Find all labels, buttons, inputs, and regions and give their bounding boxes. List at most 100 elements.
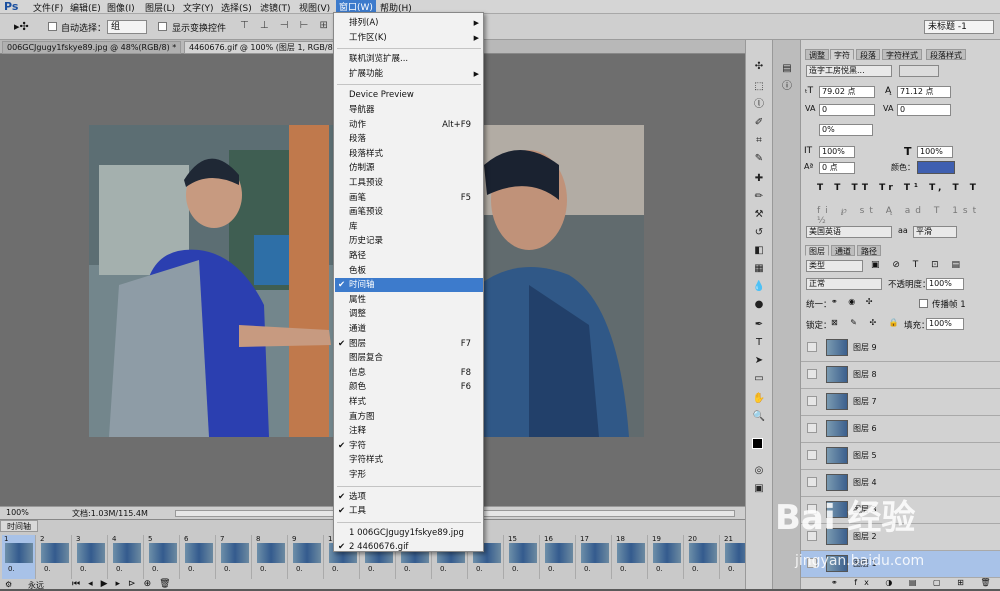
visibility-toggle-icon[interactable] — [807, 396, 817, 406]
tab-adjustments[interactable]: 调整 — [805, 49, 829, 60]
window-menu-item[interactable]: ✔ 字符 — [335, 439, 483, 453]
doc-tab-1[interactable]: 006GCJgugy1fskye89.jpg @ 48%(RGB/8) * — [2, 41, 182, 54]
layer-row[interactable]: 图层 6 — [801, 416, 1000, 443]
window-menu-item[interactable]: 联机浏览扩展... — [335, 52, 483, 66]
kerning-field[interactable]: 0 — [819, 104, 875, 116]
frame-duration[interactable]: 0. — [656, 565, 663, 573]
window-menu-item[interactable]: 字形 — [335, 468, 483, 482]
menu-layer[interactable]: 图层(L) — [145, 1, 175, 14]
marquee-tool-icon[interactable]: ⬚ — [751, 80, 767, 94]
visibility-toggle-icon[interactable] — [807, 477, 817, 487]
window-menu-item[interactable]: 属性 — [335, 293, 483, 307]
frame-duration[interactable]: 0. — [728, 565, 735, 573]
layer-row[interactable]: 图层 9 — [801, 335, 1000, 362]
layer-row[interactable]: 图层 5 — [801, 443, 1000, 470]
window-menu-item[interactable]: 排列(A) ▶ — [335, 16, 483, 30]
timeline-frame[interactable]: 7 0. — [218, 535, 252, 579]
pen-tool-icon[interactable]: ✒ — [751, 318, 767, 332]
scale-field[interactable]: 0% — [819, 124, 873, 136]
lasso-tool-icon[interactable]: ⓛ — [751, 98, 767, 112]
frame-duration[interactable]: 0. — [692, 565, 699, 573]
dodge-tool-icon[interactable]: ● — [751, 298, 767, 312]
foreground-color-swatch[interactable] — [752, 438, 763, 449]
window-menu-item[interactable]: 调整 — [335, 307, 483, 321]
font-size-field[interactable]: 79.02 点 — [819, 86, 875, 98]
window-menu-item[interactable]: 颜色 F6 — [335, 380, 483, 394]
window-menu-item[interactable]: 信息 F8 — [335, 366, 483, 380]
frame-duration[interactable]: 0. — [440, 565, 447, 573]
horizontal-scale-field[interactable]: 100% — [917, 146, 953, 158]
playback-controls[interactable]: ⏮◂▶▸⊳⊕🗑 — [72, 579, 179, 589]
frame-duration[interactable]: 0. — [404, 565, 411, 573]
move-tool-icon[interactable]: ▸✣ — [14, 20, 29, 33]
quick-mask-icon[interactable]: ◎ — [751, 464, 767, 478]
window-menu-item[interactable]: 工具预设 — [335, 176, 483, 190]
window-menu-item[interactable]: 图层复合 — [335, 351, 483, 365]
baseline-field[interactable]: 0 点 — [819, 162, 855, 174]
frame-duration[interactable]: 0. — [584, 565, 591, 573]
tab-paths[interactable]: 路径 — [857, 245, 881, 256]
text-style-buttons[interactable]: T T TT Tr T¹ T, T T — [817, 183, 980, 193]
tab-paragraph-styles[interactable]: 段落样式 — [926, 49, 966, 60]
loop-dropdown[interactable]: 永远 — [28, 580, 44, 591]
window-menu-item[interactable]: 段落 — [335, 132, 483, 146]
eraser-tool-icon[interactable]: ◧ — [751, 244, 767, 258]
path-select-tool-icon[interactable]: ➤ — [751, 354, 767, 368]
window-menu-item[interactable]: 画笔 F5 — [335, 191, 483, 205]
stamp-tool-icon[interactable]: ⚒ — [751, 208, 767, 222]
window-menu-item[interactable]: 色板 — [335, 264, 483, 278]
window-menu-item[interactable]: 导航器 — [335, 103, 483, 117]
timeline-frame[interactable]: 3 0. — [74, 535, 108, 579]
timeline-frame[interactable]: 19 0. — [650, 535, 684, 579]
window-menu-item[interactable]: 扩展功能 ▶ — [335, 67, 483, 81]
tab-paragraph[interactable]: 段落 — [856, 49, 880, 60]
frame-duration[interactable]: 0. — [44, 565, 51, 573]
gradient-tool-icon[interactable]: ▦ — [751, 262, 767, 276]
timeline-frame[interactable]: 4 0. — [110, 535, 144, 579]
window-menu-item[interactable]: 仿制源 — [335, 161, 483, 175]
workspace-dropdown[interactable]: 未标题 -1 — [924, 20, 994, 34]
timeline-frame[interactable]: 1 0. — [2, 535, 36, 579]
frame-duration[interactable]: 0. — [368, 565, 375, 573]
blur-tool-icon[interactable]: 💧 — [751, 280, 767, 294]
window-menu-item[interactable]: 库 — [335, 220, 483, 234]
propagate-frame-checkbox[interactable] — [919, 299, 928, 308]
frame-duration[interactable]: 0. — [620, 565, 627, 573]
window-menu-item[interactable]: ✔ 工具 — [335, 504, 483, 518]
eyedropper-tool-icon[interactable]: ✎ — [751, 152, 767, 166]
menu-type[interactable]: 文字(Y) — [183, 1, 214, 14]
window-menu-item[interactable]: 注释 — [335, 424, 483, 438]
crop-tool-icon[interactable]: ⌗ — [751, 134, 767, 148]
visibility-toggle-icon[interactable] — [807, 342, 817, 352]
frame-duration[interactable]: 0. — [8, 565, 15, 573]
transform-controls-checkbox[interactable] — [158, 22, 167, 31]
shape-tool-icon[interactable]: ▭ — [751, 372, 767, 386]
window-menu-item[interactable]: 动作 Alt+F9 — [335, 118, 483, 132]
timeline-frame[interactable]: 18 0. — [614, 535, 648, 579]
brush-tool-icon[interactable]: ✏ — [751, 190, 767, 204]
window-menu-item[interactable]: 字符样式 — [335, 453, 483, 467]
visibility-toggle-icon[interactable] — [807, 423, 817, 433]
timeline-tab[interactable]: 时间轴 — [0, 520, 38, 532]
frame-duration[interactable]: 0. — [548, 565, 555, 573]
timeline-frame[interactable]: 6 0. — [182, 535, 216, 579]
menu-file[interactable]: 文件(F) — [33, 1, 63, 14]
window-menu-item[interactable]: 段落样式 — [335, 147, 483, 161]
timeline-frame[interactable]: 9 0. — [290, 535, 324, 579]
timeline-frame[interactable]: 15 0. — [506, 535, 540, 579]
window-menu-item[interactable]: Device Preview — [335, 88, 483, 102]
frame-duration[interactable]: 0. — [116, 565, 123, 573]
menu-image[interactable]: 图像(I) — [107, 1, 135, 14]
leading-field[interactable]: 71.12 点 — [897, 86, 951, 98]
info-icon[interactable]: ⓘ — [779, 80, 795, 94]
frame-duration[interactable]: 0. — [224, 565, 231, 573]
frame-duration[interactable]: 0. — [188, 565, 195, 573]
history-brush-tool-icon[interactable]: ↺ — [751, 226, 767, 240]
tab-channels[interactable]: 通道 — [831, 245, 855, 256]
language-select[interactable]: 美国英语 — [806, 226, 892, 238]
history-icon[interactable]: ▤ — [779, 62, 795, 76]
window-menu-item[interactable]: ✔ 时间轴 — [335, 278, 483, 293]
timeline-frame[interactable]: 20 0. — [686, 535, 720, 579]
menu-filter[interactable]: 滤镜(T) — [260, 1, 291, 14]
frame-duration[interactable]: 0. — [296, 565, 303, 573]
